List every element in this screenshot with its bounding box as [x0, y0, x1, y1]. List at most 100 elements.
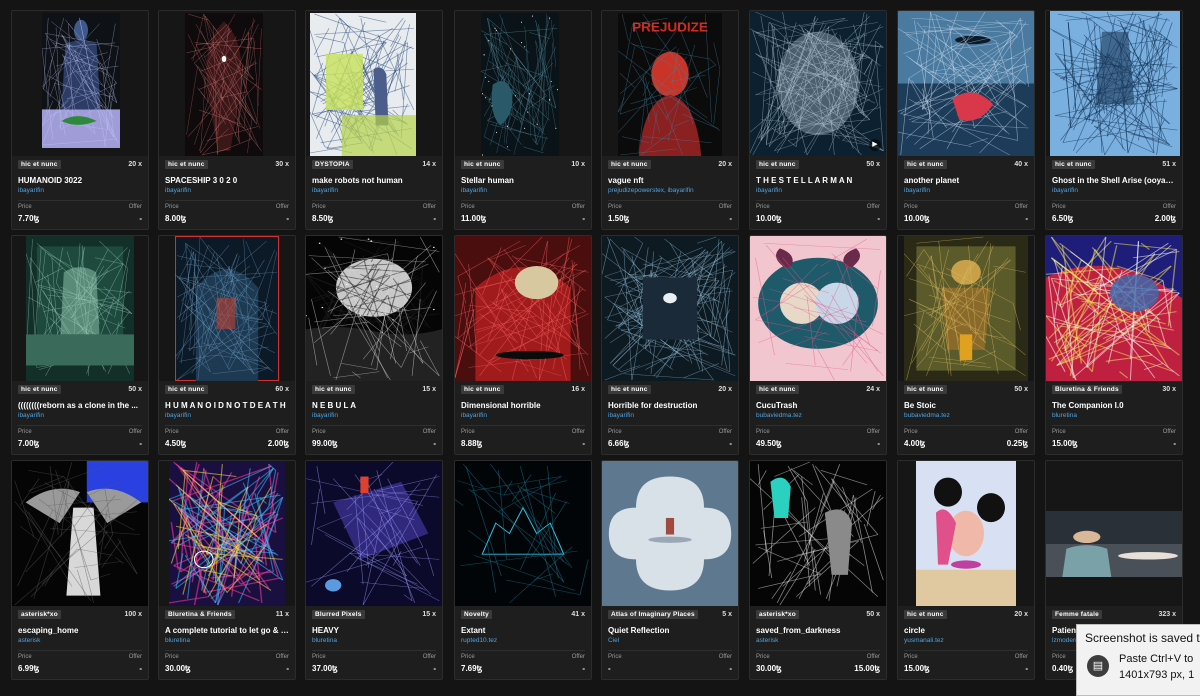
artwork-frame[interactable] — [159, 236, 295, 381]
artwork-title[interactable]: Quiet Reflection — [608, 626, 732, 635]
artwork-image[interactable] — [904, 236, 1028, 381]
artwork-frame[interactable] — [159, 461, 295, 606]
creator-link[interactable]: asterisk — [756, 637, 880, 644]
nft-card[interactable]: ▶ hic et nunc 50 x T H E S T E L L A R M… — [749, 10, 887, 230]
artwork-frame[interactable] — [306, 236, 442, 381]
nft-card[interactable]: PREJUDIZE hic et nunc 20 x vague nft pre… — [601, 10, 739, 230]
platform-tag[interactable]: hic et nunc — [165, 160, 208, 169]
artwork-image[interactable] — [1046, 236, 1182, 381]
creator-link[interactable]: rupted10.tez — [461, 637, 585, 644]
nft-card[interactable]: hic et nunc 10 x Stellar human ibayarifi… — [454, 10, 592, 230]
artwork-title[interactable]: CucuTrash — [756, 401, 880, 410]
artwork-frame[interactable] — [1046, 11, 1182, 156]
artwork-image[interactable] — [750, 461, 886, 606]
artwork-image[interactable] — [916, 461, 1016, 606]
artwork-title[interactable]: Be Stoic — [904, 401, 1028, 410]
artwork-image[interactable] — [12, 461, 148, 606]
artwork-title[interactable]: ((((((((reborn as a clone in the ... — [18, 401, 142, 410]
artwork-title[interactable]: HUMANOID 3022 — [18, 176, 142, 185]
artwork-image[interactable] — [1050, 11, 1180, 156]
platform-tag[interactable]: Bluretina & Friends — [165, 610, 235, 619]
creator-link[interactable]: ibayarifin — [756, 187, 880, 194]
artwork-frame[interactable] — [898, 236, 1034, 381]
artwork-title[interactable]: circle — [904, 626, 1028, 635]
nft-card[interactable]: hic et nunc 24 x CucuTrash bubaviedma.te… — [749, 235, 887, 455]
artwork-image[interactable] — [175, 236, 279, 381]
creator-link[interactable]: ibayarifin — [1052, 187, 1176, 194]
artwork-frame[interactable] — [306, 11, 442, 156]
creator-link[interactable]: ibayarifin — [18, 412, 142, 419]
creator-link[interactable]: asterisk — [18, 637, 142, 644]
creator-link[interactable]: bubaviedma.tez — [756, 412, 880, 419]
artwork-frame[interactable] — [750, 461, 886, 606]
artwork-frame[interactable] — [306, 461, 442, 606]
artwork-title[interactable]: Horrible for destruction — [608, 401, 732, 410]
platform-tag[interactable]: hic et nunc — [461, 160, 504, 169]
creator-link[interactable]: bubaviedma.tez — [904, 412, 1028, 419]
artwork-frame[interactable] — [159, 11, 295, 156]
platform-tag[interactable]: Femme fatale — [1052, 610, 1102, 619]
platform-tag[interactable]: hic et nunc — [18, 160, 61, 169]
artwork-title[interactable]: saved_from_darkness — [756, 626, 880, 635]
platform-tag[interactable]: hic et nunc — [461, 385, 504, 394]
artwork-title[interactable]: another planet — [904, 176, 1028, 185]
nft-card[interactable]: asterisk*xo 100 x escaping_home asterisk… — [11, 460, 149, 680]
nft-card[interactable]: Bluretina & Friends 11 x A complete tuto… — [158, 460, 296, 680]
nft-card[interactable]: hic et nunc 50 x Be Stoic bubaviedma.tez… — [897, 235, 1035, 455]
artwork-image[interactable] — [602, 236, 738, 381]
artwork-frame[interactable] — [1046, 461, 1182, 606]
creator-link[interactable]: bluretina — [312, 637, 436, 644]
artwork-title[interactable]: T H E S T E L L A R M A N — [756, 176, 880, 185]
artwork-title[interactable]: HEAVY — [312, 626, 436, 635]
artwork-frame[interactable] — [12, 236, 148, 381]
nft-card[interactable]: hic et nunc 51 x Ghost in the Shell Aris… — [1045, 10, 1183, 230]
creator-link[interactable]: ibayarifin — [904, 187, 1028, 194]
artwork-title[interactable]: Extant — [461, 626, 585, 635]
platform-tag[interactable]: hic et nunc — [165, 385, 208, 394]
nft-card[interactable]: hic et nunc 60 x H U M A N O I D N O T D… — [158, 235, 296, 455]
nft-card[interactable]: Bluretina & Friends 30 x The Companion I… — [1045, 235, 1183, 455]
creator-link[interactable]: bluretina — [1052, 412, 1176, 419]
artwork-frame[interactable] — [898, 461, 1034, 606]
creator-link[interactable]: ibayarifin — [312, 412, 436, 419]
artwork-title[interactable]: A complete tutorial to let go & r... — [165, 626, 289, 635]
creator-link[interactable]: prejudizepowerstex, ibayarifin — [608, 187, 732, 194]
artwork-title[interactable]: Ghost in the Shell Arise (ooyama... — [1052, 176, 1176, 185]
nft-card[interactable]: hic et nunc 20 x HUMANOID 3022 ibayarifi… — [11, 10, 149, 230]
platform-tag[interactable]: hic et nunc — [312, 385, 355, 394]
platform-tag[interactable]: Bluretina & Friends — [1052, 385, 1122, 394]
artwork-frame[interactable] — [12, 11, 148, 156]
creator-link[interactable]: ibayarifin — [165, 187, 289, 194]
artwork-image[interactable] — [750, 236, 886, 381]
creator-link[interactable]: bluretina — [165, 637, 289, 644]
creator-link[interactable]: ibayarifin — [312, 187, 436, 194]
artwork-image[interactable] — [306, 461, 442, 606]
artwork-image[interactable] — [185, 13, 263, 156]
nft-card[interactable]: hic et nunc 50 x ((((((((reborn as a clo… — [11, 235, 149, 455]
creator-link[interactable]: yusmanali.tez — [904, 637, 1028, 644]
platform-tag[interactable]: Atlas of Imaginary Places — [608, 610, 698, 619]
platform-tag[interactable]: Blurred Pixels — [312, 610, 365, 619]
platform-tag[interactable]: Novelty — [461, 610, 492, 619]
nft-card[interactable]: DYSTOPIA 14 x make robots not human ibay… — [305, 10, 443, 230]
platform-tag[interactable]: hic et nunc — [608, 385, 651, 394]
artwork-frame[interactable] — [455, 11, 591, 156]
artwork-image[interactable] — [898, 11, 1034, 156]
artwork-title[interactable]: vague nft — [608, 176, 732, 185]
artwork-title[interactable]: The Companion I.0 — [1052, 401, 1176, 410]
platform-tag[interactable]: hic et nunc — [756, 160, 799, 169]
creator-link[interactable]: ibayarifin — [608, 412, 732, 419]
artwork-title[interactable]: H U M A N O I D N O T D E A T H — [165, 401, 289, 410]
nft-card[interactable]: hic et nunc 40 x another planet ibayarif… — [897, 10, 1035, 230]
artwork-frame[interactable] — [750, 236, 886, 381]
nft-card[interactable]: asterisk*xo 50 x saved_from_darkness ast… — [749, 460, 887, 680]
platform-tag[interactable]: hic et nunc — [18, 385, 61, 394]
nft-card[interactable]: hic et nunc 16 x Dimensional horrible ib… — [454, 235, 592, 455]
artwork-frame[interactable] — [1046, 236, 1182, 381]
artwork-image[interactable] — [481, 13, 559, 156]
platform-tag[interactable]: asterisk*xo — [18, 610, 61, 619]
platform-tag[interactable]: hic et nunc — [904, 610, 947, 619]
artwork-image[interactable] — [26, 236, 134, 381]
platform-tag[interactable]: hic et nunc — [1052, 160, 1095, 169]
play-icon[interactable]: ▶ — [869, 139, 881, 151]
